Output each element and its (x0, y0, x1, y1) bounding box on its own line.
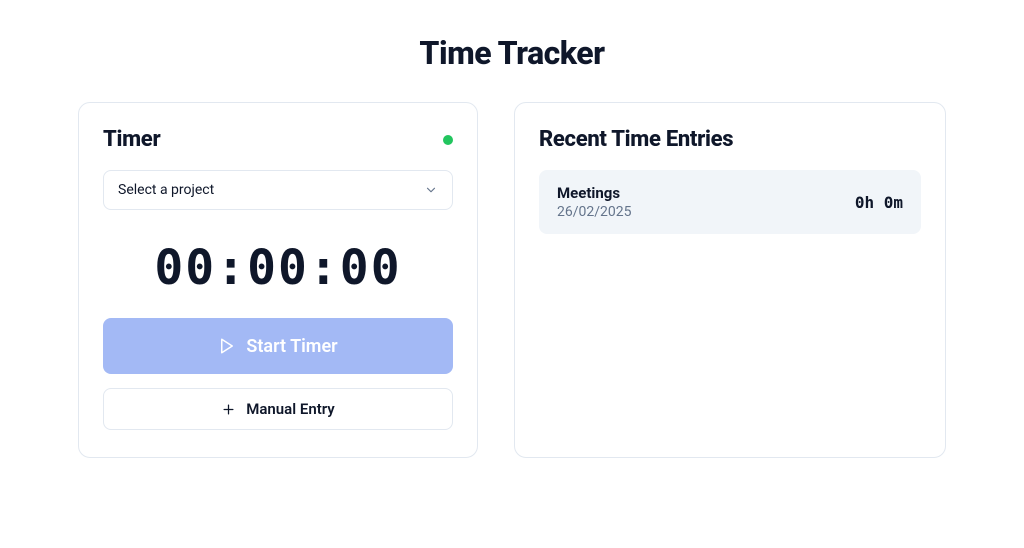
main-container: Timer Select a project 00:00:00 Start Ti… (0, 102, 1024, 458)
timer-card-title: Timer (103, 127, 160, 152)
manual-entry-button[interactable]: Manual Entry (103, 388, 453, 430)
start-timer-label: Start Timer (246, 336, 337, 357)
time-entry-info: Meetings 26/02/2025 (557, 184, 632, 220)
plus-icon (221, 402, 236, 417)
time-entry-duration: 0h 0m (855, 193, 903, 212)
page-title: Time Tracker (0, 0, 1024, 102)
status-indicator-icon (443, 135, 453, 145)
time-entry-row[interactable]: Meetings 26/02/2025 0h 0m (539, 170, 921, 234)
timer-display: 00:00:00 (103, 224, 453, 318)
time-entry-date: 26/02/2025 (557, 204, 632, 220)
time-entry-project: Meetings (557, 184, 632, 202)
entries-card-title: Recent Time Entries (539, 127, 733, 152)
entries-card-header: Recent Time Entries (539, 127, 921, 152)
manual-entry-label: Manual Entry (246, 400, 334, 418)
project-select-placeholder: Select a project (118, 182, 214, 198)
play-icon (218, 337, 236, 355)
timer-card-header: Timer (103, 127, 453, 152)
timer-card: Timer Select a project 00:00:00 Start Ti… (78, 102, 478, 458)
recent-entries-card: Recent Time Entries Meetings 26/02/2025 … (514, 102, 946, 458)
start-timer-button[interactable]: Start Timer (103, 318, 453, 374)
chevron-down-icon (424, 183, 438, 197)
project-select-wrapper: Select a project (103, 170, 453, 210)
project-select[interactable]: Select a project (103, 170, 453, 210)
